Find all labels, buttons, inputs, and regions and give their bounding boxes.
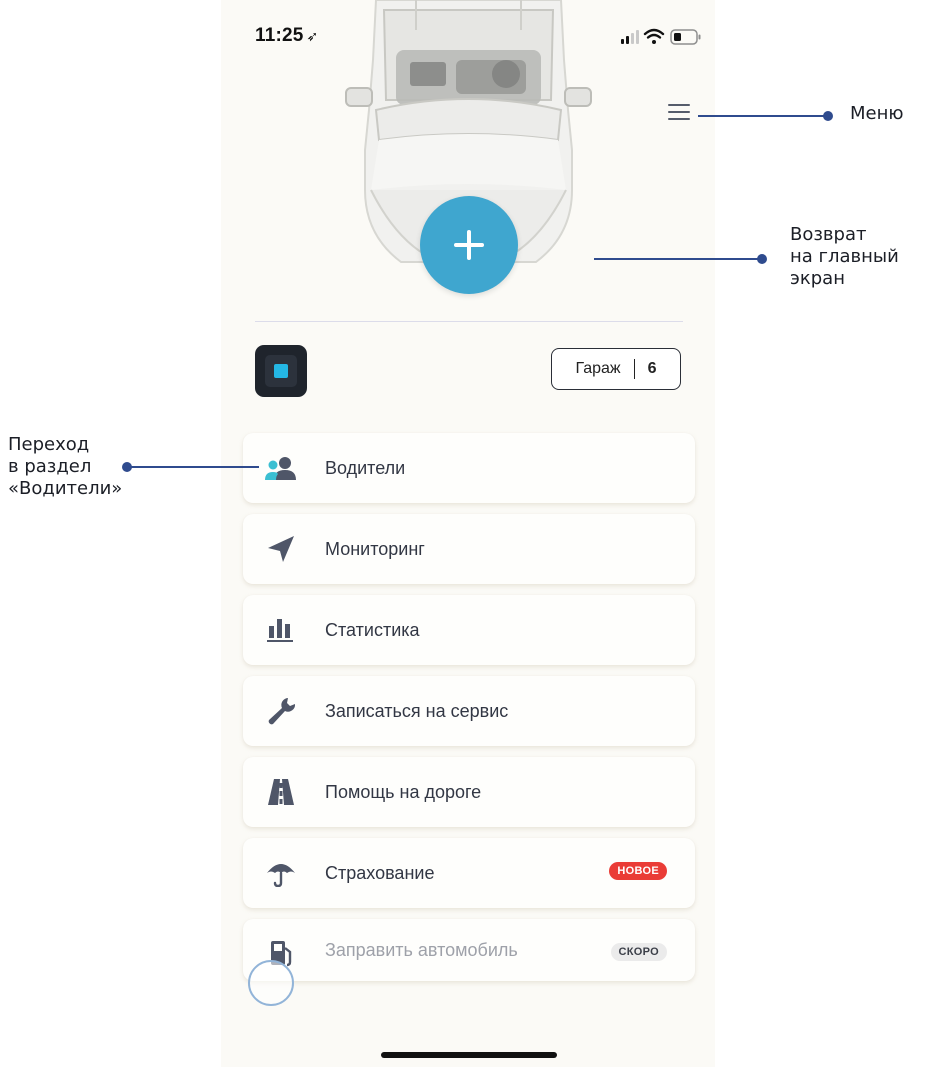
navigation-icon [268, 536, 294, 562]
menu-item-statistics[interactable]: Статистика [243, 595, 695, 665]
new-badge: НОВОЕ [609, 862, 667, 880]
drivers-callout-line-1: Переход [8, 434, 90, 455]
road-icon [268, 779, 294, 805]
hamburger-icon-line [668, 111, 690, 113]
umbrella-icon [267, 864, 295, 887]
bar-chart-icon [267, 619, 293, 642]
garage-count: 6 [647, 360, 657, 377]
wifi-icon [643, 28, 665, 44]
drivers-callout-line [127, 466, 259, 468]
menu-button[interactable] [668, 104, 690, 122]
menu-item-label: Мониторинг [325, 538, 425, 559]
menu-callout-line [698, 115, 826, 117]
menu-item-label: Помощь на дороге [325, 781, 482, 802]
clock-text: 11:25 [255, 25, 304, 46]
garage-button[interactable]: Гараж 6 [551, 348, 681, 390]
home-callout-dot [757, 254, 767, 264]
hamburger-icon-line [668, 118, 690, 120]
menu-callout-dot [823, 111, 833, 121]
menu-item-label: Записаться на сервис [325, 700, 509, 721]
menu-item-insurance[interactable]: Страхование НОВОЕ [243, 838, 695, 908]
menu-item-roadside-assistance[interactable]: Помощь на дороге [243, 757, 695, 827]
menu-item-drivers[interactable]: Водители [243, 433, 695, 503]
home-callout-line-2: на главный [790, 246, 899, 267]
divider [255, 321, 683, 322]
support-button[interactable] [248, 960, 294, 1006]
home-callout-line-3: экран [790, 268, 845, 289]
menu-callout-label: Меню [850, 103, 904, 124]
wrench-icon [268, 698, 296, 725]
menu-item-label: Статистика [325, 619, 420, 640]
home-indicator [381, 1052, 557, 1058]
garage-label: Гараж [575, 360, 621, 377]
menu-list: Водители Мониторинг Статистика Записатьс… [243, 433, 695, 981]
menu-item-service[interactable]: Записаться на сервис [243, 676, 695, 746]
drivers-callout-line-2: в раздел [8, 456, 92, 477]
home-callout-line-1: Возврат [790, 224, 867, 245]
menu-item-label: Водители [325, 457, 406, 478]
users-icon [265, 457, 296, 480]
menu-item-monitoring[interactable]: Мониторинг [243, 514, 695, 584]
status-icons [621, 28, 701, 45]
status-time: 11:25 ➶ [255, 25, 318, 47]
home-callout-label: Возврат на главный экран [790, 224, 899, 290]
garage-separator [633, 359, 635, 379]
drivers-callout-label: Переход в раздел «Водители» [8, 434, 122, 500]
menu-item-label: Заправить автомобиль [325, 939, 518, 960]
drivers-callout-line-3: «Водители» [8, 478, 123, 499]
hamburger-icon-line [668, 104, 690, 106]
soon-badge: СКОРО [610, 943, 667, 961]
phone-screen: 11:25 ➶ Гараж 6 Водители Мониторинг Стат… [221, 0, 715, 1067]
battery-icon [670, 29, 701, 45]
add-button[interactable] [420, 196, 518, 294]
home-callout-line [594, 258, 762, 260]
menu-item-refuel[interactable]: Заправить автомобиль СКОРО [243, 919, 695, 981]
menu-item-label: Страхование [325, 862, 435, 883]
signal-icon [621, 30, 639, 44]
navigation-arrow-icon: ➶ [306, 28, 319, 44]
device-icon[interactable] [255, 345, 307, 397]
